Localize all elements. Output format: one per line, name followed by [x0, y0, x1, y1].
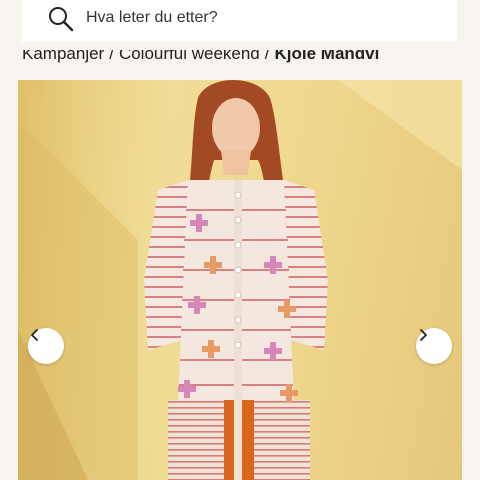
- search-bar[interactable]: Hva leter du etter?: [22, 0, 457, 42]
- chevron-left-icon: [31, 329, 38, 341]
- breadcrumb-current: Kjole Mandvi: [274, 50, 380, 63]
- gallery-next-button[interactable]: [416, 328, 452, 364]
- search-input[interactable]: Hva leter du etter?: [86, 9, 218, 27]
- breadcrumb-separator: /: [109, 50, 114, 63]
- breadcrumb-item-kampanjer[interactable]: Kampanjer: [22, 50, 104, 63]
- product-photo-dress: [18, 80, 462, 480]
- gallery-prev-button[interactable]: [28, 328, 64, 364]
- breadcrumb-separator: /: [264, 50, 270, 63]
- search-icon[interactable]: [48, 6, 74, 32]
- chevron-right-icon: [420, 329, 427, 341]
- breadcrumb-item-colourful-weekend[interactable]: Colourful weekend: [119, 50, 260, 63]
- breadcrumb: Kampanjer / Colourful weekend / Kjole Mandvi: [22, 50, 379, 74]
- product-image-gallery[interactable]: [18, 80, 462, 480]
